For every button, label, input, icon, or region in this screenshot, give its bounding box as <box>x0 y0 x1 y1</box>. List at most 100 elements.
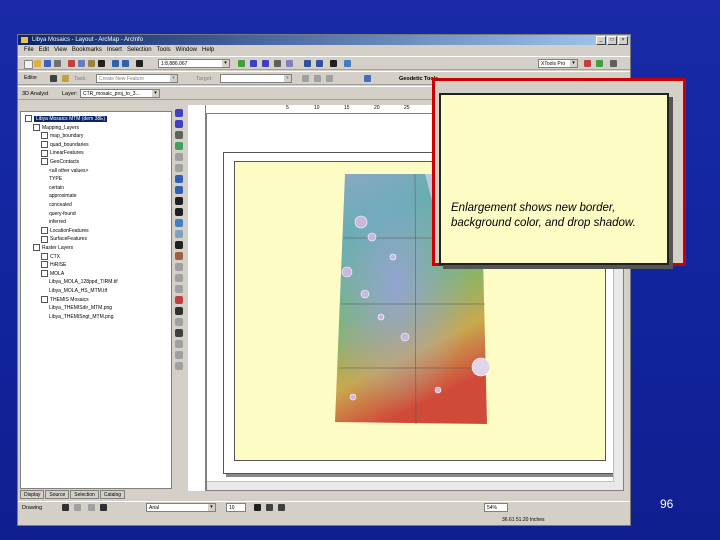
3d-analyst-menu[interactable]: 3D Analyst <box>22 89 48 99</box>
checkbox-icon[interactable] <box>41 158 48 166</box>
menu-insert[interactable]: Insert <box>107 46 122 55</box>
toc-item[interactable]: LocationFeatures <box>41 226 89 235</box>
map-scale-combo[interactable]: 1:8,886,067 ▾ <box>158 59 230 68</box>
hyperlink-icon[interactable] <box>175 252 183 260</box>
find-icon[interactable] <box>175 230 183 238</box>
xtools-menu[interactable]: XTools Pro ▾ <box>538 59 578 68</box>
zoom-in-icon[interactable] <box>175 109 183 117</box>
tool-icon[interactable] <box>610 60 617 67</box>
edit-tool-icon[interactable] <box>50 75 57 82</box>
minimize-button[interactable]: _ <box>596 36 606 45</box>
toc-item[interactable]: TYPE <box>49 175 62 183</box>
tool-icon[interactable] <box>175 296 183 304</box>
identify-icon[interactable] <box>344 60 351 67</box>
select-features-icon[interactable] <box>175 197 183 205</box>
tool-icon[interactable] <box>175 329 183 337</box>
layer-combo[interactable]: CTR_mosaic_proj_to_3... ▾ <box>80 89 160 98</box>
back-icon[interactable] <box>304 60 311 67</box>
pointer-icon[interactable] <box>175 307 183 315</box>
tool-icon[interactable] <box>314 75 321 82</box>
editor-menu[interactable]: Editor <box>22 74 44 83</box>
toc-item[interactable]: certain <box>49 184 64 192</box>
pan-icon[interactable] <box>274 60 281 67</box>
back-icon[interactable] <box>175 175 183 183</box>
toc-item[interactable]: Libya_MOLA_HS_MTM.tif <box>49 287 107 295</box>
task-combo[interactable]: Create New Feature ▾ <box>96 74 178 83</box>
print-icon[interactable] <box>54 60 61 67</box>
target-combo[interactable]: ▾ <box>220 74 292 83</box>
chevron-down-icon[interactable]: ▾ <box>170 75 177 82</box>
text-icon[interactable] <box>100 504 107 511</box>
tab-catalog[interactable]: Catalog <box>99 490 126 499</box>
new-icon[interactable] <box>24 60 33 69</box>
checkbox-icon[interactable] <box>41 261 48 269</box>
paste-icon[interactable] <box>88 60 95 67</box>
toc-item[interactable]: Libya_MOLA_128ppd_TIRM.tif <box>49 278 118 286</box>
zoom-out-icon[interactable] <box>262 60 269 67</box>
tool-icon[interactable] <box>175 285 183 293</box>
checkbox-icon[interactable] <box>41 149 48 157</box>
toc-item[interactable]: Libya Mosaics MTM (dem 38E) <box>25 115 108 123</box>
menu-view[interactable]: View <box>54 46 67 55</box>
redo-icon[interactable] <box>122 60 129 67</box>
editor-toolbar-icon[interactable] <box>238 60 245 67</box>
rotate-icon[interactable] <box>74 504 81 511</box>
toc-item[interactable]: <all other values> <box>49 167 88 175</box>
checkbox-icon[interactable] <box>41 132 48 140</box>
zoom-out-icon[interactable] <box>175 120 183 128</box>
menu-help[interactable]: Help <box>202 46 214 55</box>
tab-selection[interactable]: Selection <box>70 490 99 499</box>
drawing-menu[interactable]: Drawing <box>22 503 42 513</box>
toc-item[interactable]: query-found <box>49 210 76 218</box>
tool-icon[interactable] <box>596 60 603 67</box>
checkbox-icon[interactable] <box>41 140 48 148</box>
toc-item[interactable]: SurfaceFeatures <box>41 235 87 243</box>
checkbox-icon[interactable] <box>41 226 48 234</box>
toc-item[interactable]: Libya_THEMISngt_MTM.png <box>49 313 113 321</box>
close-button[interactable]: × <box>618 36 628 45</box>
underline-icon[interactable] <box>278 504 285 511</box>
menu-selection[interactable]: Selection <box>127 46 152 55</box>
zoom-in-icon[interactable] <box>250 60 257 67</box>
font-combo[interactable]: Arial ▾ <box>146 503 216 512</box>
chevron-down-icon[interactable]: ▾ <box>222 60 229 67</box>
forward-icon[interactable] <box>316 60 323 67</box>
checkbox-icon[interactable] <box>41 252 48 260</box>
tool-icon[interactable] <box>302 75 309 82</box>
toc-item[interactable]: GeoContacts <box>41 158 79 166</box>
horizontal-scrollbar[interactable] <box>207 481 614 490</box>
toc-item[interactable]: map_boundary <box>41 132 83 140</box>
tool-icon[interactable] <box>175 318 183 326</box>
toc-item[interactable]: approximate <box>49 192 77 200</box>
sketch-tool-icon[interactable] <box>62 75 69 82</box>
menu-bookmarks[interactable]: Bookmarks <box>72 46 102 55</box>
toc-item[interactable]: THEMIS Mosaics <box>41 295 89 304</box>
select-icon[interactable] <box>330 60 337 67</box>
rectangle-icon[interactable] <box>88 504 95 511</box>
undo-icon[interactable] <box>112 60 119 67</box>
toc-item[interactable]: Raster Layers <box>33 244 73 252</box>
fixed-zoom-in-icon[interactable] <box>175 153 183 161</box>
full-extent-icon[interactable] <box>286 60 293 67</box>
add-data-icon[interactable] <box>136 60 143 67</box>
tool-icon[interactable] <box>326 75 333 82</box>
select-elements-icon[interactable] <box>175 208 183 216</box>
toc-item[interactable]: LinearFeatures <box>41 149 84 157</box>
tool-icon[interactable] <box>584 60 591 67</box>
toc-item[interactable]: HiRISE <box>41 261 66 269</box>
delete-icon[interactable] <box>98 60 105 67</box>
maximize-button[interactable]: □ <box>607 36 617 45</box>
toc-item[interactable]: Mapping_Layers <box>33 123 79 132</box>
tool-icon[interactable] <box>175 274 183 282</box>
checkbox-icon[interactable] <box>25 115 32 123</box>
menu-edit[interactable]: Edit <box>39 46 49 55</box>
checkbox-icon[interactable] <box>41 235 48 243</box>
tool-icon[interactable] <box>175 340 183 348</box>
font-size-combo[interactable]: 10 <box>226 503 246 512</box>
bold-icon[interactable] <box>254 504 261 511</box>
chevron-down-icon[interactable]: ▾ <box>570 60 577 67</box>
checkbox-icon[interactable] <box>33 123 40 131</box>
measure-icon[interactable] <box>175 241 183 249</box>
pan-icon[interactable] <box>175 131 183 139</box>
toc-item[interactable]: quad_boundaries <box>41 140 89 149</box>
